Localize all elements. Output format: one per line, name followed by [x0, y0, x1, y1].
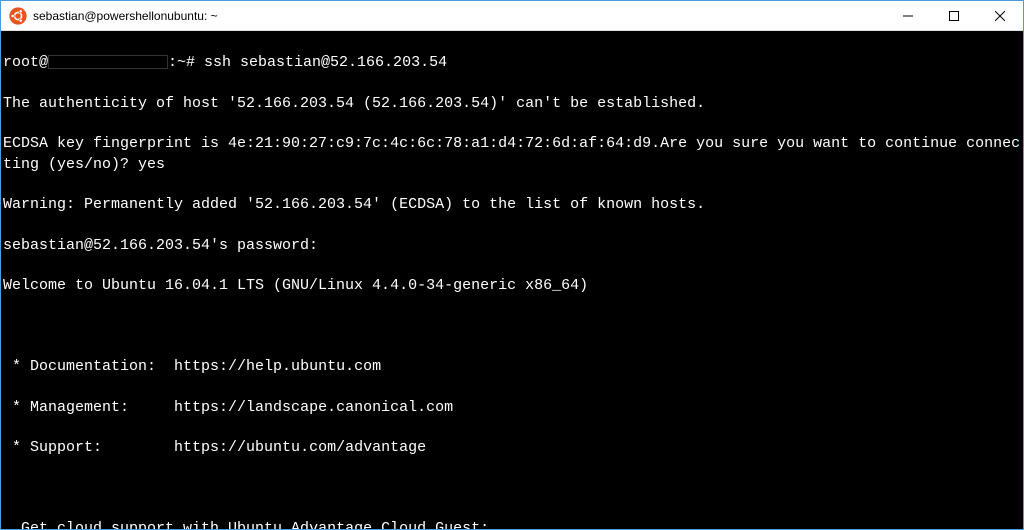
terminal-area[interactable]: root@ :~# ssh sebastian@52.166.203.54 The…	[1, 31, 1023, 529]
prompt-text: root@	[3, 54, 48, 71]
window-titlebar: sebastian@powershellonubuntu: ~	[1, 1, 1023, 31]
terminal-line: ECDSA key fingerprint is 4e:21:90:27:c9:…	[3, 134, 1023, 175]
terminal-line: * Management: https://landscape.canonica…	[3, 398, 1023, 418]
window-controls	[885, 1, 1023, 30]
terminal-line: root@ :~# ssh sebastian@52.166.203.54	[3, 53, 1023, 73]
maximize-button[interactable]	[931, 1, 977, 30]
redacted-hostname	[48, 55, 168, 69]
ubuntu-icon	[9, 7, 27, 25]
terminal-line: Warning: Permanently added '52.166.203.5…	[3, 195, 1023, 215]
terminal-line	[3, 479, 1023, 499]
prompt-text: :~#	[168, 54, 204, 71]
minimize-button[interactable]	[885, 1, 931, 30]
terminal-line: * Documentation: https://help.ubuntu.com	[3, 357, 1023, 377]
terminal-line: sebastian@52.166.203.54's password:	[3, 236, 1023, 256]
terminal-line: Welcome to Ubuntu 16.04.1 LTS (GNU/Linux…	[3, 276, 1023, 296]
window-title: sebastian@powershellonubuntu: ~	[33, 9, 885, 23]
command-text: ssh sebastian@52.166.203.54	[204, 54, 447, 71]
terminal-line	[3, 317, 1023, 337]
terminal-line: Get cloud support with Ubuntu Advantage …	[3, 519, 1023, 529]
close-button[interactable]	[977, 1, 1023, 30]
terminal-line: * Support: https://ubuntu.com/advantage	[3, 438, 1023, 458]
terminal-line: The authenticity of host '52.166.203.54 …	[3, 94, 1023, 114]
